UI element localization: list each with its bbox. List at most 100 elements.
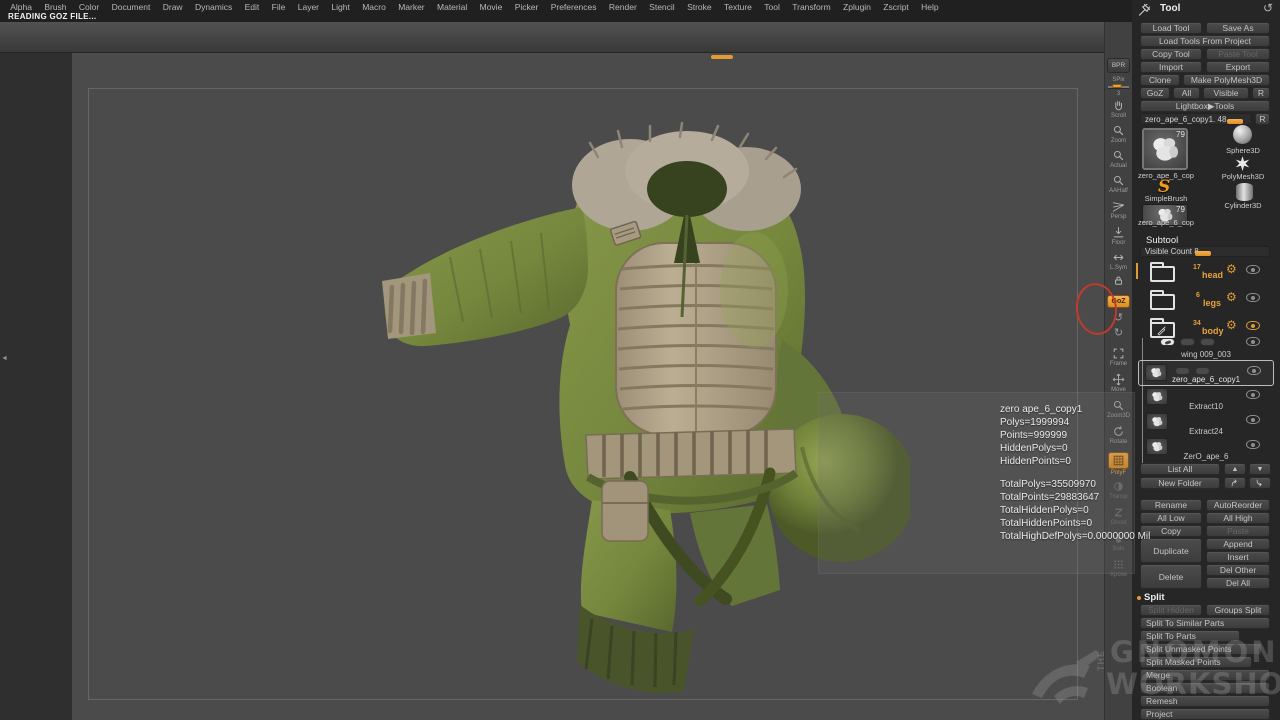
make-polymesh3d-button[interactable]: Make PolyMesh3D bbox=[1183, 74, 1270, 86]
menu-help[interactable]: Help bbox=[915, 2, 945, 12]
del-all-button[interactable]: Del All bbox=[1206, 577, 1270, 589]
zoom-button[interactable]: Zoom bbox=[1106, 123, 1131, 144]
active-tool-slider-handle[interactable] bbox=[1227, 119, 1243, 124]
list-all-button[interactable]: List All bbox=[1140, 463, 1220, 475]
split-to-parts-button[interactable]: Split To Parts bbox=[1140, 630, 1240, 642]
merge-button[interactable]: Merge bbox=[1140, 669, 1270, 681]
eye-icon[interactable] bbox=[1246, 337, 1260, 346]
eye-icon[interactable] bbox=[1246, 265, 1260, 274]
delete-button[interactable]: Delete bbox=[1140, 564, 1202, 589]
local-lock-button[interactable] bbox=[1106, 273, 1131, 287]
all-high-button[interactable]: All High bbox=[1206, 512, 1270, 524]
menu-render[interactable]: Render bbox=[603, 2, 643, 12]
menu-picker[interactable]: Picker bbox=[509, 2, 545, 12]
menu-macro[interactable]: Macro bbox=[356, 2, 392, 12]
menu-light[interactable]: Light bbox=[325, 2, 356, 12]
gear-icon[interactable]: ⚙ bbox=[1226, 291, 1237, 303]
menu-document[interactable]: Document bbox=[105, 2, 156, 12]
tool-r-button[interactable]: R bbox=[1255, 113, 1270, 125]
move-out-folder-button[interactable] bbox=[1249, 477, 1271, 489]
export-button[interactable]: Export bbox=[1206, 61, 1270, 73]
move-to-folder-button[interactable] bbox=[1224, 477, 1246, 489]
import-button[interactable]: Import bbox=[1140, 61, 1202, 73]
menu-alpha[interactable]: Alpha bbox=[4, 2, 38, 12]
autoreorder-button[interactable]: AutoReorder bbox=[1206, 499, 1270, 511]
menu-brush[interactable]: Brush bbox=[38, 2, 73, 12]
bpr-button[interactable]: BPR bbox=[1106, 58, 1131, 73]
menu-layer[interactable]: Layer bbox=[292, 2, 326, 12]
toggle-icon[interactable] bbox=[1175, 367, 1190, 375]
eye-icon[interactable] bbox=[1246, 390, 1260, 399]
append-button[interactable]: Append bbox=[1206, 538, 1270, 550]
menu-material[interactable]: Material bbox=[431, 2, 474, 12]
del-other-button[interactable]: Del Other bbox=[1206, 564, 1270, 576]
menu-zscript[interactable]: Zscript bbox=[877, 2, 915, 12]
save-as-button[interactable]: Save As bbox=[1206, 22, 1270, 34]
actual-button[interactable]: Actual bbox=[1106, 148, 1131, 169]
toggle-icon[interactable] bbox=[1180, 338, 1195, 346]
menu-texture[interactable]: Texture bbox=[718, 2, 758, 12]
split-unmasked-points-button[interactable]: Split Unmasked Points bbox=[1140, 643, 1262, 655]
remesh-button[interactable]: Remesh bbox=[1140, 695, 1270, 707]
menu-edit[interactable]: Edit bbox=[238, 2, 265, 12]
clone-button[interactable]: Clone bbox=[1140, 74, 1180, 86]
spix-slider[interactable]: SPix 3 bbox=[1106, 76, 1131, 97]
eye-icon[interactable] bbox=[1247, 366, 1261, 375]
boolean-button[interactable]: Boolean bbox=[1140, 682, 1270, 694]
polymesh3d-star-icon[interactable] bbox=[1234, 155, 1251, 172]
menu-transform[interactable]: Transform bbox=[786, 2, 837, 12]
copy-tool-button[interactable]: Copy Tool bbox=[1140, 48, 1202, 60]
goz-visible-button[interactable]: Visible bbox=[1203, 87, 1249, 99]
gear-icon[interactable]: ⚙ bbox=[1226, 319, 1237, 331]
brush-toggle-icon[interactable] bbox=[1160, 338, 1175, 346]
menu-movie[interactable]: Movie bbox=[473, 2, 508, 12]
rename-button[interactable]: Rename bbox=[1140, 499, 1202, 511]
subtool-down-button[interactable]: ▼ bbox=[1249, 463, 1271, 475]
palette-refresh-icon[interactable]: ↺ bbox=[1263, 1, 1273, 15]
load-tool-button[interactable]: Load Tool bbox=[1140, 22, 1202, 34]
eye-icon[interactable] bbox=[1246, 321, 1260, 330]
toggle-icon[interactable] bbox=[1200, 338, 1215, 346]
goz-button[interactable]: GoZ bbox=[1140, 87, 1170, 99]
move3d-button[interactable]: Move bbox=[1106, 372, 1131, 393]
toggle-icon[interactable] bbox=[1195, 367, 1210, 375]
lightbox-tools-button[interactable]: Lightbox▶Tools bbox=[1140, 100, 1270, 112]
paste-subtool-button[interactable]: Paste bbox=[1206, 525, 1270, 537]
lightbox-divider-handle[interactable] bbox=[711, 55, 733, 59]
menu-preferences[interactable]: Preferences bbox=[545, 2, 603, 12]
menu-draw[interactable]: Draw bbox=[157, 2, 189, 12]
menu-stroke[interactable]: Stroke bbox=[681, 2, 718, 12]
aahalf-button[interactable]: AAHalf bbox=[1106, 173, 1131, 194]
menu-dynamics[interactable]: Dynamics bbox=[189, 2, 239, 12]
insert-button[interactable]: Insert bbox=[1206, 551, 1270, 563]
groups-split-button[interactable]: Groups Split bbox=[1206, 604, 1270, 616]
sphere3d-icon[interactable] bbox=[1233, 125, 1252, 144]
project-button[interactable]: Project bbox=[1140, 708, 1270, 720]
load-tools-from-project-button[interactable]: Load Tools From Project bbox=[1140, 35, 1270, 47]
split-title[interactable]: Split bbox=[1144, 592, 1165, 603]
goz-all-button[interactable]: All bbox=[1173, 87, 1200, 99]
menu-file[interactable]: File bbox=[265, 2, 291, 12]
menu-zplugin[interactable]: Zplugin bbox=[837, 2, 877, 12]
new-folder-button[interactable]: New Folder bbox=[1140, 477, 1220, 489]
floor-button[interactable]: Floor bbox=[1106, 225, 1131, 246]
all-low-button[interactable]: All Low bbox=[1140, 512, 1202, 524]
scroll-button[interactable]: Scroll bbox=[1106, 98, 1131, 119]
frame-button[interactable]: Frame bbox=[1106, 346, 1131, 367]
split-to-similar-parts-button[interactable]: Split To Similar Parts bbox=[1140, 617, 1270, 629]
menu-tool[interactable]: Tool bbox=[758, 2, 786, 12]
split-hidden-button[interactable]: Split Hidden bbox=[1140, 604, 1202, 616]
lsym-button[interactable]: L.Sym bbox=[1106, 250, 1131, 271]
persp-button[interactable]: Persp bbox=[1106, 199, 1131, 220]
eye-icon[interactable] bbox=[1246, 415, 1260, 424]
visible-count-slider[interactable]: Visible Count 8 bbox=[1140, 246, 1270, 257]
tray-collapse-icon[interactable]: ◄ bbox=[1, 355, 8, 362]
paste-tool-button[interactable]: Paste Tool bbox=[1206, 48, 1270, 60]
visible-count-handle[interactable] bbox=[1195, 251, 1211, 256]
goz-r-button[interactable]: R bbox=[1252, 87, 1270, 99]
split-masked-points-button[interactable]: Split Masked Points bbox=[1140, 656, 1252, 668]
menu-stencil[interactable]: Stencil bbox=[643, 2, 681, 12]
subtool-up-button[interactable]: ▲ bbox=[1224, 463, 1246, 475]
menu-marker[interactable]: Marker bbox=[392, 2, 431, 12]
eye-icon[interactable] bbox=[1246, 293, 1260, 302]
